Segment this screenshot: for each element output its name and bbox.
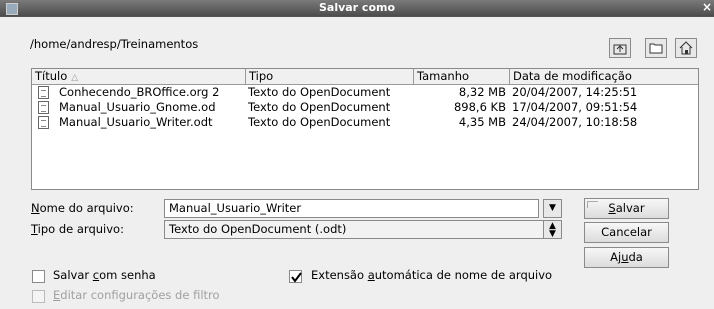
chevron-down-icon: ▼ [549,203,556,213]
close-icon[interactable]: × [702,0,712,14]
save-with-password-checkbox[interactable] [32,270,45,283]
filename-history-dropdown[interactable]: ▼ [543,199,562,218]
home-folder-icon [679,41,693,55]
title-bar-border [0,16,714,21]
checkmark-icon [291,272,302,283]
file-name: Manual_Usuario_Writer.odt [59,115,213,129]
file-size: 4,35 MB [458,115,506,129]
column-header-title[interactable]: Título △ [32,69,246,84]
help-button[interactable]: Ajuda [584,247,669,268]
file-size: 898,6 KB [453,100,506,114]
filetype-spinner[interactable]: ▲ ▼ [543,220,562,239]
file-list-header: Título △ Tipo Tamanho Data de modificação [32,69,698,85]
file-row[interactable]: Manual_Usuario_Writer.odt Texto do OpenD… [32,115,698,130]
edit-filter-settings-checkbox[interactable] [32,290,45,303]
save-as-dialog: Salvar como × /home/andresp/Treinamentos… [0,0,714,309]
column-header-type[interactable]: Tipo [246,69,414,84]
edit-filter-settings-label: Editar configurações de filtro [53,288,220,302]
file-date: 20/04/2007, 14:25:51 [512,85,638,99]
go-up-folder-button[interactable] [609,38,631,58]
file-type: Texto do OpenDocument [248,100,391,114]
document-icon [38,101,49,114]
file-date: 17/04/2007, 09:51:54 [512,100,638,114]
file-type: Texto do OpenDocument [248,85,391,99]
new-folder-icon [649,43,663,54]
file-name: Manual_Usuario_Gnome.od [59,100,216,114]
document-icon [38,86,49,99]
sort-ascending-icon: △ [71,73,79,83]
file-date: 24/04/2007, 10:18:58 [512,115,638,129]
filetype-select[interactable]: Texto do OpenDocument (.odt) [164,220,562,239]
filetype-label: Tipo de arquivo: [31,222,124,236]
window-title: Salvar como [318,1,396,14]
new-folder-button[interactable] [645,38,667,58]
save-with-password-label[interactable]: Salvar com senha [53,268,156,282]
save-button[interactable]: Salvar [584,198,669,219]
auto-extension-checkbox[interactable] [289,270,302,283]
file-row[interactable]: Conhecendo_BROffice.org 2 Texto do OpenD… [32,85,698,100]
current-path: /home/andresp/Treinamentos [30,37,199,51]
column-header-size[interactable]: Tamanho [414,69,510,84]
chevron-updown-icon: ▲ ▼ [549,221,556,239]
title-bar[interactable]: Salvar como × [0,0,714,17]
file-type: Texto do OpenDocument [248,115,391,129]
document-icon [38,116,49,129]
column-header-date[interactable]: Data de modificação [510,69,698,84]
home-folder-button[interactable] [675,38,697,58]
filename-input[interactable]: Manual_Usuario_Writer [164,199,539,218]
auto-extension-label[interactable]: Extensão automática de nome de arquivo [311,268,552,282]
cancel-button[interactable]: Cancelar [584,222,669,243]
go-up-folder-icon [613,44,627,55]
filename-label: Nome do arquivo: [31,201,134,215]
file-row[interactable]: Manual_Usuario_Gnome.od Texto do OpenDoc… [32,100,698,115]
file-name: Conhecendo_BROffice.org 2 [59,85,220,99]
file-size: 8,32 MB [458,85,506,99]
file-list[interactable]: Título △ Tipo Tamanho Data de modificação… [31,68,699,190]
